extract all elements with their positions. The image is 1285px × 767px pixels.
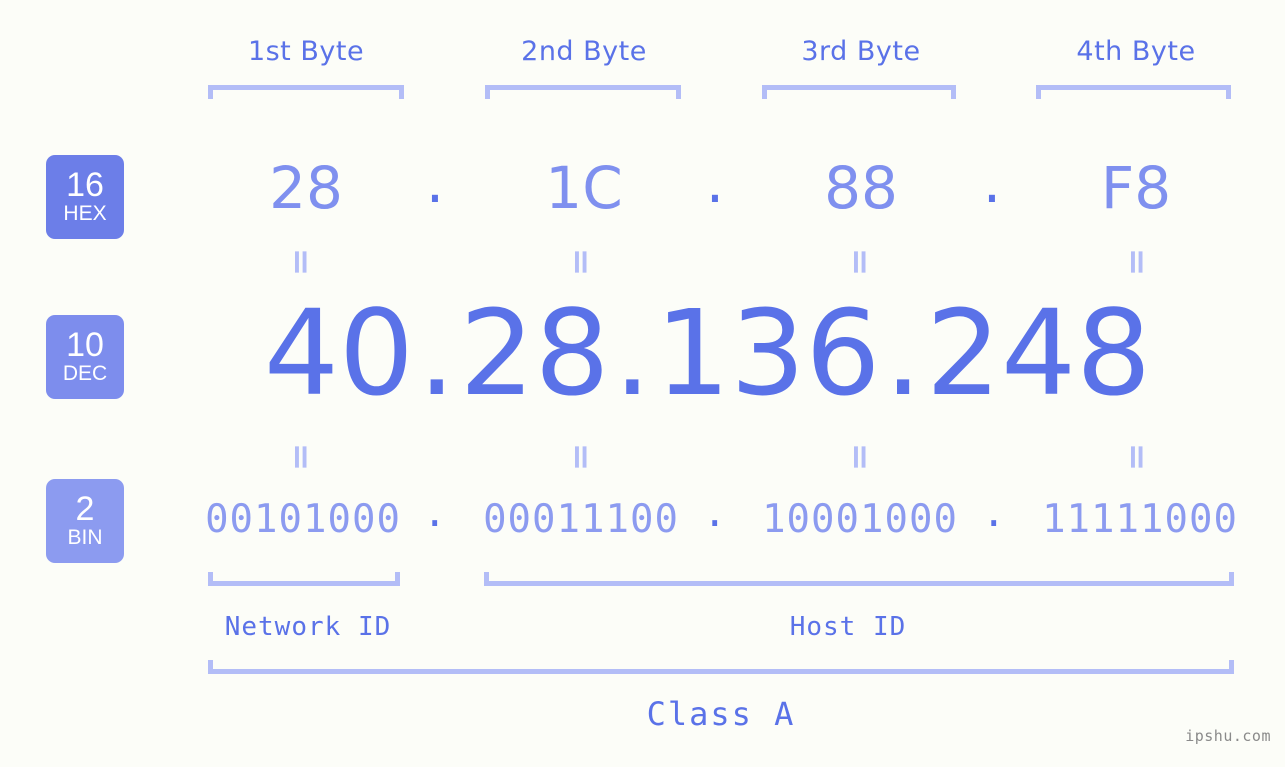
bin-octet-2: 00011100 (483, 497, 679, 542)
bin-octet-4: 11111000 (1042, 497, 1238, 542)
byte-bracket-2 (485, 85, 681, 99)
dec-octet-2: 28 (459, 284, 610, 422)
hex-separator-2: . (705, 148, 725, 216)
hex-octet-1: 28 (269, 154, 343, 222)
ip-address-breakdown-diagram: 1st Byte 2nd Byte 3rd Byte 4th Byte 16 H… (0, 0, 1285, 767)
base-badge-hex: 16 HEX (46, 155, 124, 239)
byte-header-label-3: 3rd Byte (801, 36, 921, 67)
bin-separator-1: . (423, 491, 447, 536)
byte-header-label-4: 4th Byte (1076, 36, 1196, 67)
base-badge-dec: 10 DEC (46, 315, 124, 399)
base-badge-hex-name: HEX (63, 202, 107, 225)
equals-separator-dec-bin-2: = (561, 442, 601, 472)
equals-separator-hex-dec-1: = (281, 247, 321, 277)
bin-separator-2: . (703, 491, 727, 536)
base-badge-dec-name: DEC (62, 362, 108, 385)
equals-separator-hex-dec-3: = (840, 247, 880, 277)
byte-bracket-3 (762, 85, 956, 99)
hex-separator-3: . (982, 148, 1002, 216)
bin-octet-3: 10001000 (762, 497, 958, 542)
dec-separator-2: . (613, 284, 652, 422)
dec-separator-1: . (417, 284, 456, 422)
hex-octet-4: F8 (1100, 154, 1172, 222)
hex-octet-2: 1C (545, 154, 623, 222)
network-id-bracket (208, 572, 400, 586)
equals-separator-dec-bin-3: = (840, 442, 880, 472)
base-badge-bin: 2 BIN (46, 479, 124, 563)
watermark: ipshu.com (1185, 727, 1271, 745)
bin-separator-3: . (982, 491, 1006, 536)
hex-separator-1: . (425, 148, 445, 216)
class-bracket (208, 660, 1234, 674)
byte-bracket-4 (1036, 85, 1231, 99)
network-id-label: Network ID (224, 612, 392, 642)
dec-octet-1: 40 (263, 284, 414, 422)
dec-separator-3: . (884, 284, 922, 422)
equals-separator-hex-dec-4: = (1117, 247, 1157, 277)
byte-bracket-1 (208, 85, 404, 99)
dec-octet-4: 248 (925, 284, 1152, 422)
byte-header-label-2: 2nd Byte (521, 36, 647, 67)
base-badge-hex-number: 16 (66, 166, 104, 204)
host-id-label: Host ID (789, 612, 907, 642)
equals-separator-dec-bin-4: = (1117, 442, 1157, 472)
equals-separator-dec-bin-1: = (281, 442, 321, 472)
base-badge-dec-number: 10 (66, 326, 104, 364)
dec-octet-3: 136 (655, 284, 881, 422)
base-badge-bin-number: 2 (75, 490, 95, 528)
bin-octet-1: 00101000 (205, 497, 401, 542)
dec-row: 40 . 28 . 136 . 248 (140, 288, 1275, 418)
hex-octet-3: 88 (824, 154, 898, 222)
host-id-bracket (484, 572, 1234, 586)
byte-header-label-1: 1st Byte (247, 36, 365, 67)
class-label: Class A (646, 695, 796, 733)
equals-separator-hex-dec-2: = (561, 247, 601, 277)
base-badge-bin-name: BIN (67, 526, 103, 549)
